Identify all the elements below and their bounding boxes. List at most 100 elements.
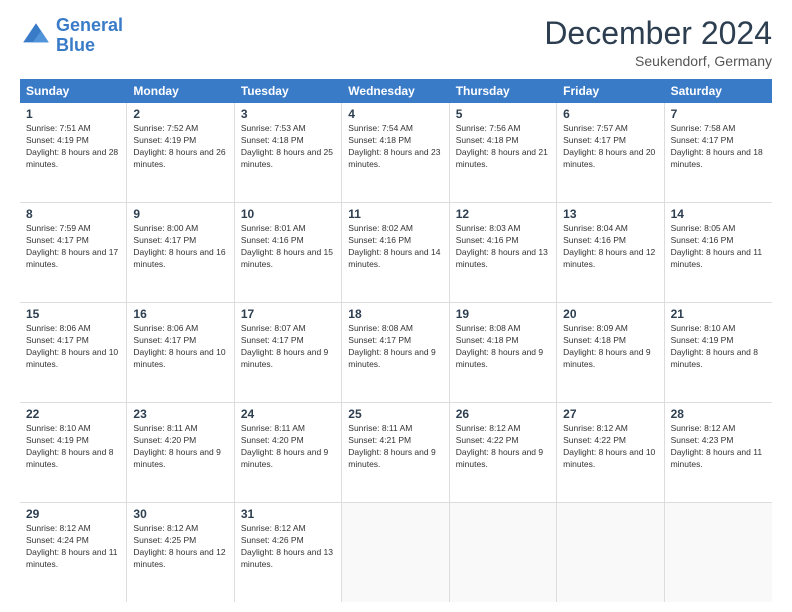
- cell-info: Sunrise: 7:56 AMSunset: 4:18 PMDaylight:…: [456, 123, 548, 169]
- day-number: 1: [26, 107, 120, 121]
- day-number: 5: [456, 107, 550, 121]
- day-number: 9: [133, 207, 227, 221]
- calendar-cell: [342, 503, 449, 602]
- day-number: 13: [563, 207, 657, 221]
- calendar-cell: 15 Sunrise: 8:06 AMSunset: 4:17 PMDaylig…: [20, 303, 127, 402]
- cell-info: Sunrise: 8:08 AMSunset: 4:18 PMDaylight:…: [456, 323, 543, 369]
- day-number: 27: [563, 407, 657, 421]
- logo-text: General Blue: [56, 16, 123, 56]
- cell-info: Sunrise: 7:52 AMSunset: 4:19 PMDaylight:…: [133, 123, 225, 169]
- cell-info: Sunrise: 8:11 AMSunset: 4:20 PMDaylight:…: [133, 423, 220, 469]
- day-number: 18: [348, 307, 442, 321]
- day-number: 12: [456, 207, 550, 221]
- cell-info: Sunrise: 8:05 AMSunset: 4:16 PMDaylight:…: [671, 223, 763, 269]
- cell-info: Sunrise: 8:11 AMSunset: 4:20 PMDaylight:…: [241, 423, 328, 469]
- cell-info: Sunrise: 8:09 AMSunset: 4:18 PMDaylight:…: [563, 323, 650, 369]
- calendar-row-0: 1 Sunrise: 7:51 AMSunset: 4:19 PMDayligh…: [20, 103, 772, 203]
- header-day-friday: Friday: [557, 79, 664, 103]
- calendar-cell: 17 Sunrise: 8:07 AMSunset: 4:17 PMDaylig…: [235, 303, 342, 402]
- day-number: 28: [671, 407, 766, 421]
- calendar-cell: 16 Sunrise: 8:06 AMSunset: 4:17 PMDaylig…: [127, 303, 234, 402]
- calendar-cell: 25 Sunrise: 8:11 AMSunset: 4:21 PMDaylig…: [342, 403, 449, 502]
- logo-icon: [20, 20, 52, 52]
- header: General Blue December 2024 Seukendorf, G…: [20, 16, 772, 69]
- day-number: 31: [241, 507, 335, 521]
- day-number: 10: [241, 207, 335, 221]
- cell-info: Sunrise: 8:01 AMSunset: 4:16 PMDaylight:…: [241, 223, 333, 269]
- day-number: 6: [563, 107, 657, 121]
- calendar-row-2: 15 Sunrise: 8:06 AMSunset: 4:17 PMDaylig…: [20, 303, 772, 403]
- cell-info: Sunrise: 8:06 AMSunset: 4:17 PMDaylight:…: [26, 323, 118, 369]
- main-container: General Blue December 2024 Seukendorf, G…: [0, 0, 792, 612]
- cell-info: Sunrise: 8:00 AMSunset: 4:17 PMDaylight:…: [133, 223, 225, 269]
- day-number: 23: [133, 407, 227, 421]
- calendar-cell: 7 Sunrise: 7:58 AMSunset: 4:17 PMDayligh…: [665, 103, 772, 202]
- page-subtitle: Seukendorf, Germany: [544, 53, 772, 69]
- cell-info: Sunrise: 7:57 AMSunset: 4:17 PMDaylight:…: [563, 123, 655, 169]
- logo: General Blue: [20, 16, 123, 56]
- cell-info: Sunrise: 8:11 AMSunset: 4:21 PMDaylight:…: [348, 423, 435, 469]
- calendar-cell: 21 Sunrise: 8:10 AMSunset: 4:19 PMDaylig…: [665, 303, 772, 402]
- header-day-monday: Monday: [127, 79, 234, 103]
- day-number: 20: [563, 307, 657, 321]
- cell-info: Sunrise: 8:06 AMSunset: 4:17 PMDaylight:…: [133, 323, 225, 369]
- calendar-cell: 4 Sunrise: 7:54 AMSunset: 4:18 PMDayligh…: [342, 103, 449, 202]
- day-number: 22: [26, 407, 120, 421]
- header-day-sunday: Sunday: [20, 79, 127, 103]
- calendar-row-1: 8 Sunrise: 7:59 AMSunset: 4:17 PMDayligh…: [20, 203, 772, 303]
- calendar-cell: [665, 503, 772, 602]
- calendar-cell: 6 Sunrise: 7:57 AMSunset: 4:17 PMDayligh…: [557, 103, 664, 202]
- day-number: 14: [671, 207, 766, 221]
- title-block: December 2024 Seukendorf, Germany: [544, 16, 772, 69]
- day-number: 25: [348, 407, 442, 421]
- day-number: 2: [133, 107, 227, 121]
- cell-info: Sunrise: 8:12 AMSunset: 4:22 PMDaylight:…: [456, 423, 543, 469]
- calendar-cell: 8 Sunrise: 7:59 AMSunset: 4:17 PMDayligh…: [20, 203, 127, 302]
- calendar-cell: 1 Sunrise: 7:51 AMSunset: 4:19 PMDayligh…: [20, 103, 127, 202]
- calendar: SundayMondayTuesdayWednesdayThursdayFrid…: [20, 79, 772, 602]
- calendar-cell: 26 Sunrise: 8:12 AMSunset: 4:22 PMDaylig…: [450, 403, 557, 502]
- calendar-cell: 14 Sunrise: 8:05 AMSunset: 4:16 PMDaylig…: [665, 203, 772, 302]
- logo-blue: Blue: [56, 35, 95, 55]
- cell-info: Sunrise: 8:12 AMSunset: 4:23 PMDaylight:…: [671, 423, 763, 469]
- cell-info: Sunrise: 8:12 AMSunset: 4:26 PMDaylight:…: [241, 523, 333, 569]
- header-day-tuesday: Tuesday: [235, 79, 342, 103]
- header-day-wednesday: Wednesday: [342, 79, 449, 103]
- calendar-cell: [450, 503, 557, 602]
- calendar-cell: 10 Sunrise: 8:01 AMSunset: 4:16 PMDaylig…: [235, 203, 342, 302]
- cell-info: Sunrise: 7:53 AMSunset: 4:18 PMDaylight:…: [241, 123, 333, 169]
- calendar-header: SundayMondayTuesdayWednesdayThursdayFrid…: [20, 79, 772, 103]
- calendar-cell: [557, 503, 664, 602]
- cell-info: Sunrise: 8:12 AMSunset: 4:25 PMDaylight:…: [133, 523, 225, 569]
- calendar-cell: 2 Sunrise: 7:52 AMSunset: 4:19 PMDayligh…: [127, 103, 234, 202]
- calendar-cell: 12 Sunrise: 8:03 AMSunset: 4:16 PMDaylig…: [450, 203, 557, 302]
- day-number: 11: [348, 207, 442, 221]
- day-number: 3: [241, 107, 335, 121]
- cell-info: Sunrise: 8:10 AMSunset: 4:19 PMDaylight:…: [671, 323, 758, 369]
- day-number: 17: [241, 307, 335, 321]
- calendar-cell: 9 Sunrise: 8:00 AMSunset: 4:17 PMDayligh…: [127, 203, 234, 302]
- cell-info: Sunrise: 7:54 AMSunset: 4:18 PMDaylight:…: [348, 123, 440, 169]
- calendar-cell: 22 Sunrise: 8:10 AMSunset: 4:19 PMDaylig…: [20, 403, 127, 502]
- cell-info: Sunrise: 8:07 AMSunset: 4:17 PMDaylight:…: [241, 323, 328, 369]
- day-number: 7: [671, 107, 766, 121]
- day-number: 16: [133, 307, 227, 321]
- calendar-cell: 30 Sunrise: 8:12 AMSunset: 4:25 PMDaylig…: [127, 503, 234, 602]
- logo-general: General: [56, 15, 123, 35]
- cell-info: Sunrise: 7:59 AMSunset: 4:17 PMDaylight:…: [26, 223, 118, 269]
- calendar-cell: 13 Sunrise: 8:04 AMSunset: 4:16 PMDaylig…: [557, 203, 664, 302]
- cell-info: Sunrise: 8:04 AMSunset: 4:16 PMDaylight:…: [563, 223, 655, 269]
- page-title: December 2024: [544, 16, 772, 51]
- calendar-cell: 20 Sunrise: 8:09 AMSunset: 4:18 PMDaylig…: [557, 303, 664, 402]
- cell-info: Sunrise: 8:02 AMSunset: 4:16 PMDaylight:…: [348, 223, 440, 269]
- header-day-thursday: Thursday: [450, 79, 557, 103]
- cell-info: Sunrise: 8:03 AMSunset: 4:16 PMDaylight:…: [456, 223, 548, 269]
- day-number: 30: [133, 507, 227, 521]
- day-number: 24: [241, 407, 335, 421]
- calendar-cell: 18 Sunrise: 8:08 AMSunset: 4:17 PMDaylig…: [342, 303, 449, 402]
- calendar-cell: 23 Sunrise: 8:11 AMSunset: 4:20 PMDaylig…: [127, 403, 234, 502]
- day-number: 29: [26, 507, 120, 521]
- day-number: 19: [456, 307, 550, 321]
- calendar-row-4: 29 Sunrise: 8:12 AMSunset: 4:24 PMDaylig…: [20, 503, 772, 602]
- day-number: 8: [26, 207, 120, 221]
